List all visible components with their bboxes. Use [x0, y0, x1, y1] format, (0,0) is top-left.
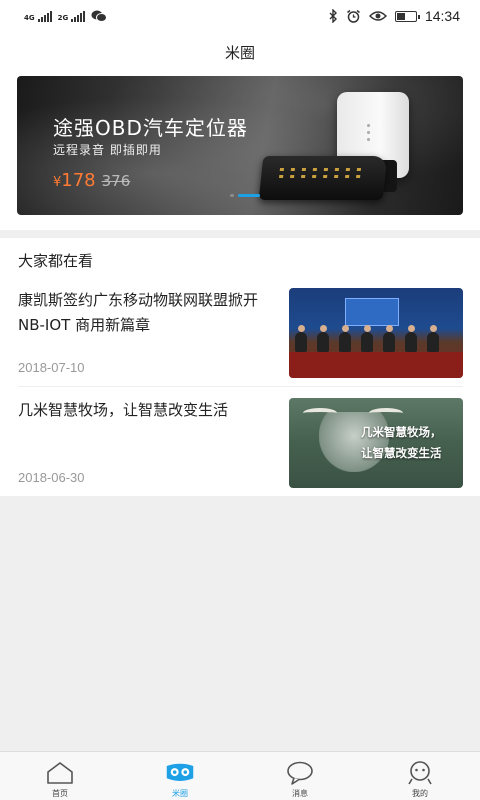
thumbnail-caption: 几米智慧牧场， 让智慧改变生活: [361, 425, 442, 460]
news-thumbnail: [289, 288, 463, 378]
bottom-tab-bar: 首页 米圈 消息 我的: [0, 751, 480, 800]
home-icon: [45, 760, 75, 786]
page-title: 米圈: [224, 43, 255, 62]
divider: [18, 386, 463, 387]
news-headline: 几米智慧牧场，让智慧改变生活: [18, 401, 229, 419]
battery-icon: [394, 10, 420, 22]
alarm-icon: [346, 9, 360, 23]
news-thumbnail: 几米智慧牧场， 让智慧改变生活: [289, 398, 463, 488]
signal-icon: 4G: [24, 10, 52, 22]
tab-label: 我的: [412, 789, 428, 798]
status-bar: 4G 2G 14:34: [0, 0, 480, 32]
bluetooth-icon: [329, 9, 337, 23]
tab-profile[interactable]: 我的: [360, 752, 480, 800]
tab-label: 首页: [52, 789, 68, 798]
profile-icon: [405, 760, 435, 786]
section-title: 大家都在看: [18, 252, 94, 270]
wechat-icon: [91, 10, 108, 22]
news-headline: 康凯斯签约广东移动物联网联盟掀开NB-IOT 商用新篇章: [18, 291, 259, 334]
banner-section: 途强OBD汽车定位器 远程录音 即插即用 ¥178 376: [0, 72, 480, 230]
news-date: 2018-07-10: [18, 360, 85, 375]
clock: 14:34: [424, 8, 460, 24]
pager-dot[interactable]: [230, 194, 234, 197]
original-price: 376: [101, 172, 131, 190]
tab-messages[interactable]: 消息: [240, 752, 360, 800]
news-date: 2018-06-30: [18, 470, 85, 485]
chat-bubble-icon: [285, 760, 315, 786]
news-section: 大家都在看 康凯斯签约广东移动物联网联盟掀开NB-IOT 商用新篇章 2018-…: [0, 238, 480, 496]
pager-dot-active[interactable]: [238, 194, 260, 197]
owl-icon: [165, 760, 195, 786]
promo-banner[interactable]: 途强OBD汽车定位器 远程录音 即插即用 ¥178 376: [17, 76, 463, 215]
sale-price: 178: [61, 170, 96, 191]
eye-icon: [368, 11, 387, 21]
tab-home[interactable]: 首页: [0, 752, 120, 800]
banner-price: ¥178 376: [53, 170, 130, 191]
signal-icon-2: 2G: [58, 10, 86, 22]
banner-title: 途强OBD汽车定位器: [53, 116, 248, 140]
status-left: 4G 2G: [24, 9, 108, 23]
obd-plug-image: [258, 156, 388, 200]
page-header: 米圈: [0, 32, 480, 72]
banner-subtitle: 远程录音 即插即用: [53, 143, 162, 157]
tab-label: 米圈: [172, 789, 188, 798]
tab-mi-circle[interactable]: 米圈: [120, 752, 240, 800]
tab-label: 消息: [292, 789, 308, 798]
banner-pager[interactable]: [230, 194, 260, 197]
status-right: 14:34: [328, 8, 460, 24]
